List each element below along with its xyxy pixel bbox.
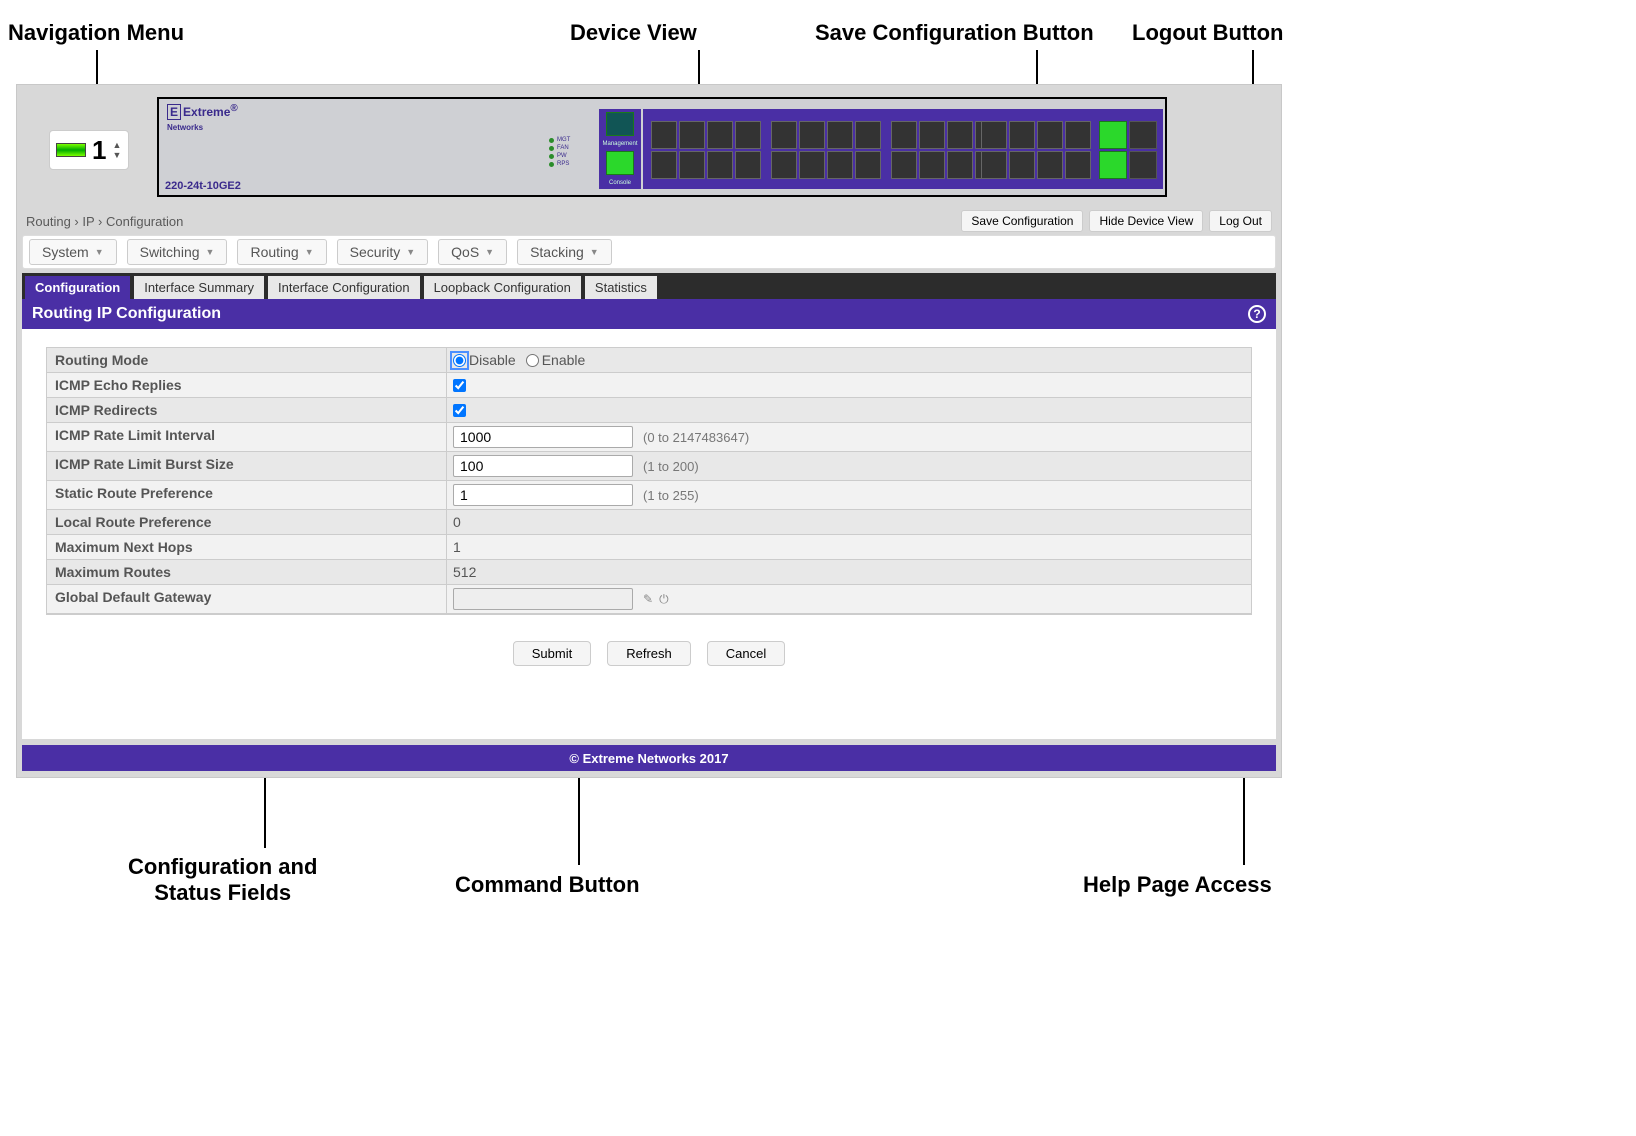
chevron-down-icon: ▼ <box>590 247 599 257</box>
routing-mode-disable-radio[interactable] <box>453 354 466 367</box>
callout-save-config: Save Configuration Button <box>815 20 1094 46</box>
rate-burst-input[interactable] <box>453 455 633 477</box>
breadcrumb: Routing › IP › Configuration <box>26 214 183 229</box>
rate-interval-hint: (0 to 2147483647) <box>643 430 749 445</box>
sub-tabs: Configuration Interface Summary Interfac… <box>22 273 1276 299</box>
rate-interval-label: ICMP Rate Limit Interval <box>47 423 447 451</box>
callout-command-button: Command Button <box>455 872 640 898</box>
callout-help-access: Help Page Access <box>1083 872 1272 898</box>
rate-burst-label: ICMP Rate Limit Burst Size <box>47 452 447 480</box>
icmp-redirects-checkbox[interactable] <box>453 404 466 417</box>
help-icon[interactable]: ? <box>1248 305 1266 323</box>
device-model: 220-24t-10GE2 <box>165 180 241 192</box>
chevron-down-icon: ▼ <box>305 247 314 257</box>
chevron-down-icon: ▼ <box>206 247 215 257</box>
icmp-echo-label: ICMP Echo Replies <box>47 373 447 397</box>
device-brand: EExtreme®Networks <box>167 103 238 133</box>
nav-item-routing[interactable]: Routing ▼ <box>237 239 326 265</box>
callout-logout: Logout Button <box>1132 20 1284 46</box>
save-configuration-button[interactable]: Save Configuration <box>961 210 1083 232</box>
static-pref-label: Static Route Preference <box>47 481 447 509</box>
config-form: Routing Mode Disable Enable ICMP Echo Re… <box>46 347 1252 615</box>
tab-interface-configuration[interactable]: Interface Configuration <box>268 276 420 299</box>
power-icon[interactable]: ⏻ <box>659 592 669 607</box>
icmp-redirects-label: ICMP Redirects <box>47 398 447 422</box>
static-pref-hint: (1 to 255) <box>643 488 699 503</box>
rate-burst-hint: (1 to 200) <box>643 459 699 474</box>
static-pref-input[interactable] <box>453 484 633 506</box>
max-routes-label: Maximum Routes <box>47 560 447 584</box>
tab-loopback-configuration[interactable]: Loopback Configuration <box>424 276 581 299</box>
device-ports <box>643 109 1163 189</box>
routing-mode-enable-radio[interactable] <box>526 354 539 367</box>
nav-item-security[interactable]: Security ▼ <box>337 239 429 265</box>
unit-number: 1 <box>92 135 106 166</box>
nav-item-stacking[interactable]: Stacking ▼ <box>517 239 612 265</box>
navigation-menu: System ▼ Switching ▼ Routing ▼ Security … <box>22 235 1276 269</box>
unit-stepper-icon[interactable]: ▲▼ <box>112 140 121 160</box>
gateway-input <box>453 588 633 610</box>
local-pref-value: 0 <box>447 510 1251 534</box>
submit-button[interactable]: Submit <box>513 641 591 666</box>
nav-item-qos[interactable]: QoS ▼ <box>438 239 507 265</box>
routing-mode-label: Routing Mode <box>47 348 447 372</box>
chevron-down-icon: ▼ <box>406 247 415 257</box>
max-hops-label: Maximum Next Hops <box>47 535 447 559</box>
local-pref-label: Local Route Preference <box>47 510 447 534</box>
device-leds: MGT FAN PW RPS <box>549 137 570 167</box>
max-routes-value: 512 <box>447 560 1251 584</box>
unit-led-icon <box>56 143 86 157</box>
callout-nav-menu: Navigation Menu <box>8 20 184 46</box>
max-hops-value: 1 <box>447 535 1251 559</box>
chevron-down-icon: ▼ <box>485 247 494 257</box>
page-title: Routing IP Configuration <box>32 305 221 323</box>
app-window: 1 ▲▼ EExtreme®Networks 220-24t-10GE2 MGT… <box>16 84 1282 778</box>
unit-selector[interactable]: 1 ▲▼ <box>49 130 129 170</box>
icmp-echo-checkbox[interactable] <box>453 379 466 392</box>
tab-configuration[interactable]: Configuration <box>25 276 130 299</box>
nav-item-switching[interactable]: Switching ▼ <box>127 239 228 265</box>
nav-item-system[interactable]: System ▼ <box>29 239 117 265</box>
tab-statistics[interactable]: Statistics <box>585 276 657 299</box>
refresh-button[interactable]: Refresh <box>607 641 691 666</box>
tab-interface-summary[interactable]: Interface Summary <box>134 276 264 299</box>
cancel-button[interactable]: Cancel <box>707 641 785 666</box>
chevron-down-icon: ▼ <box>95 247 104 257</box>
edit-icon[interactable]: ✎ <box>643 592 653 607</box>
gateway-label: Global Default Gateway <box>47 585 447 613</box>
device-mgmt-ports: Management Console <box>599 109 641 189</box>
device-view: EExtreme®Networks 220-24t-10GE2 MGT FAN … <box>157 97 1167 197</box>
footer: © Extreme Networks 2017 <box>22 745 1276 771</box>
logout-button[interactable]: Log Out <box>1209 210 1272 232</box>
callout-device-view: Device View <box>570 20 697 46</box>
rate-interval-input[interactable] <box>453 426 633 448</box>
callout-config-fields: Configuration and Status Fields <box>128 854 317 906</box>
content-area: Routing Mode Disable Enable ICMP Echo Re… <box>22 329 1276 739</box>
hide-device-view-button[interactable]: Hide Device View <box>1089 210 1203 232</box>
